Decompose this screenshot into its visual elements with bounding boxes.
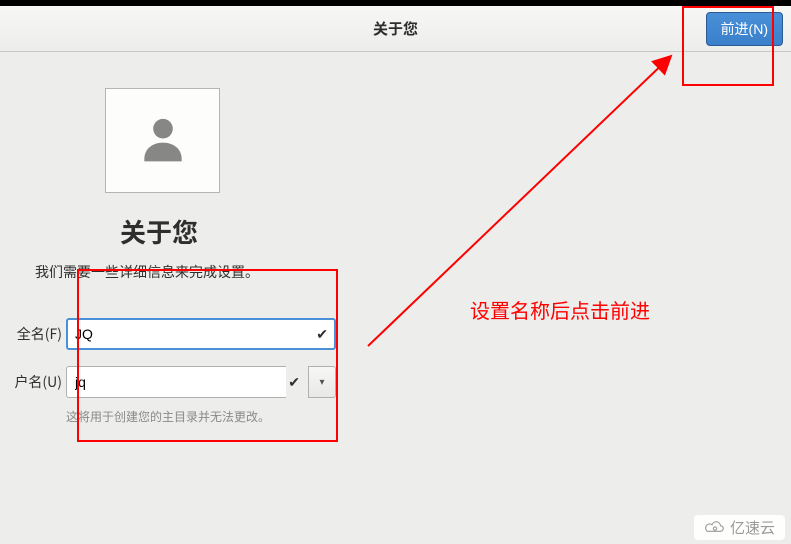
username-label: 户名(U): [0, 372, 62, 392]
check-icon: ✔: [288, 372, 300, 392]
username-hint: 这将用于创建您的主目录并无法更改。: [66, 408, 791, 425]
username-input[interactable]: [66, 366, 286, 398]
fullname-input[interactable]: [66, 318, 336, 350]
fullname-label: 全名(F): [0, 324, 62, 344]
header-bar: 关于您 前进(N): [0, 6, 791, 52]
chevron-down-icon: ▾: [319, 377, 324, 388]
content-area: 关于您 我们需要一些详细信息来完成设置。 全名(F) ✔ 户名(U) ✔ ▾ 这…: [0, 52, 791, 425]
next-button[interactable]: 前进(N): [706, 12, 783, 46]
avatar-picker[interactable]: [105, 88, 220, 193]
username-combo: ✔ ▾: [66, 366, 336, 398]
username-dropdown-button[interactable]: ▾: [308, 366, 336, 398]
annotation-text: 设置名称后点击前进: [470, 295, 650, 324]
watermark-text: 亿速云: [730, 517, 775, 538]
user-icon: [135, 110, 191, 171]
check-icon: ✔: [316, 324, 328, 344]
fullname-row: 全名(F) ✔: [0, 318, 791, 350]
fullname-input-wrap: ✔: [66, 318, 336, 350]
section-title: 关于您: [120, 213, 791, 250]
header-title: 关于您: [373, 18, 418, 39]
cloud-icon: [704, 520, 726, 536]
watermark: 亿速云: [694, 515, 785, 540]
username-row: 户名(U) ✔ ▾: [0, 366, 791, 398]
section-subtitle: 我们需要一些详细信息来完成设置。: [35, 262, 791, 282]
